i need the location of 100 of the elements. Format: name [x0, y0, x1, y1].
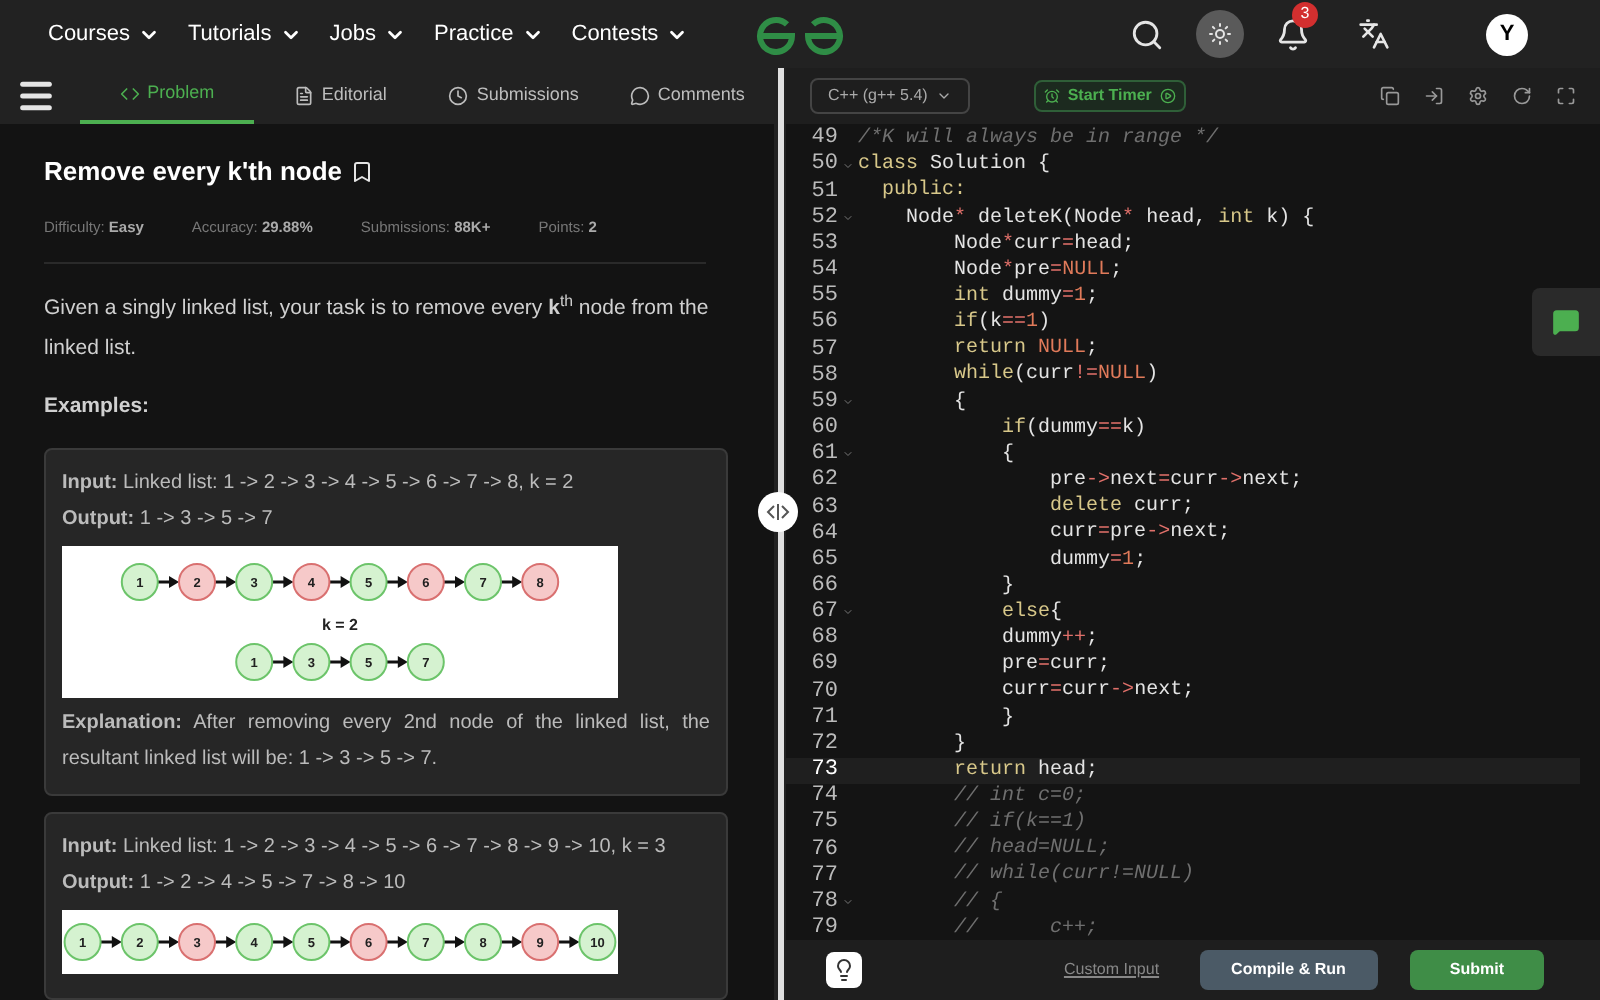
code-line: return head;	[952, 757, 1099, 785]
nav-menu[interactable]: Practice	[434, 17, 544, 51]
line-number: 64	[809, 519, 838, 549]
avatar[interactable]: Y	[1486, 13, 1528, 55]
code-line: }	[1000, 705, 1015, 734]
code-line: pre->next=curr->next;	[1048, 468, 1303, 495]
code-line: // while(curr!=NULL)	[952, 861, 1195, 891]
line-number: 72	[809, 729, 838, 759]
alarm-clock-icon	[1043, 88, 1060, 104]
document-icon	[293, 86, 314, 106]
code-line: while(curr!=NULL)	[952, 361, 1159, 391]
code-line: public:	[880, 177, 967, 207]
menu-icon[interactable]	[16, 76, 56, 116]
notification-icon[interactable]	[1276, 17, 1310, 51]
code-line: // head=NULL;	[952, 835, 1111, 863]
line-number: 70	[809, 677, 838, 707]
line-number: 77	[809, 861, 838, 891]
tab[interactable]: Comments	[600, 68, 774, 124]
problem-title: Remove every k'th node	[44, 154, 343, 190]
code-line: Node*curr=head;	[952, 231, 1135, 259]
tab[interactable]: Submissions	[427, 68, 601, 124]
line-number: 62	[809, 466, 838, 497]
line-number: 74	[809, 782, 838, 811]
nav-menu[interactable]: Courses	[48, 17, 160, 51]
nav-menu[interactable]: Jobs	[329, 17, 406, 51]
example-text: Output: 1 -> 3 -> 5 -> 7	[62, 505, 275, 533]
examples-heading: Examples:	[44, 391, 152, 422]
line-number: 55	[809, 282, 838, 311]
code-line: pre=curr;	[1000, 652, 1111, 681]
clock-icon	[448, 86, 469, 106]
speech-bubble-icon	[629, 86, 650, 106]
line-number: 60	[809, 414, 838, 443]
nav-menu[interactable]: Contests	[571, 17, 689, 51]
code-line: }	[952, 731, 967, 760]
line-number: 54	[809, 256, 838, 285]
example-text: Input: Linked list: 1 -> 2 -> 3 -> 4 -> 5 -> 6 -> 7 -> 8 -> 9 -> 10, k = 3	[62, 833, 668, 861]
line-number: 67	[809, 598, 838, 627]
import-icon[interactable]	[1424, 86, 1444, 106]
code-line: Node* deleteK(Node* head, int k) {	[904, 205, 1315, 233]
line-number: 59	[809, 387, 838, 417]
code-line: dummy=1;	[1048, 547, 1147, 576]
line-number: 52	[809, 203, 838, 233]
line-number: 75	[809, 808, 838, 839]
theme-toggle[interactable]	[1196, 10, 1244, 58]
line-number: 49	[809, 124, 838, 153]
code-line: if(k==1)	[952, 309, 1051, 338]
code-line: else{	[1000, 599, 1063, 627]
settings-icon[interactable]	[1468, 86, 1488, 106]
line-number: 68	[809, 624, 838, 653]
code-line: }	[1000, 573, 1015, 601]
code-line: // int c=0;	[952, 783, 1087, 811]
copy-icon[interactable]	[1380, 86, 1400, 106]
tab[interactable]: Editorial	[253, 68, 427, 124]
resize-arrows-icon	[766, 504, 790, 520]
hint-button[interactable]	[826, 952, 862, 988]
example-explanation: Explanation: After removing every 2nd node of the linked list, the resultant linked list will be: 1 -> 3 -> 5 -> 7.	[62, 709, 710, 773]
lightbulb-icon	[832, 958, 856, 982]
code-line: // if(k==1)	[952, 809, 1087, 837]
start-timer-button[interactable]: Start Timer	[1033, 80, 1186, 112]
notification-badge: 3	[1292, 1, 1318, 27]
code-line: // c++;	[952, 915, 1099, 940]
code-line: curr=pre->next;	[1048, 520, 1231, 549]
search-icon[interactable]	[1130, 17, 1164, 51]
submit-button[interactable]: Submit	[1409, 950, 1544, 990]
nav-menu[interactable]: Tutorials	[187, 17, 302, 51]
line-number: 56	[809, 308, 838, 339]
line-number: 53	[809, 229, 838, 259]
line-number: 50	[809, 150, 838, 181]
line-number: 57	[809, 335, 838, 365]
code-line: /*K will always be in range */	[858, 125, 1219, 153]
language-select[interactable]: C++ (g++ 5.4)	[810, 78, 970, 114]
code-line: int dummy=1;	[952, 283, 1099, 311]
line-number: 66	[809, 571, 838, 601]
fullscreen-icon[interactable]	[1556, 86, 1576, 106]
translate-icon[interactable]	[1358, 18, 1390, 50]
line-number: 73	[809, 756, 838, 785]
chat-button[interactable]	[1532, 288, 1600, 356]
logo-icon	[756, 16, 844, 56]
bookmark-icon[interactable]	[350, 159, 375, 184]
example-text: Input: Linked list: 1 -> 2 -> 3 -> 4 -> 5 -> 6 -> 7 -> 8, k = 2	[62, 469, 576, 497]
compile-run-button[interactable]: Compile & Run	[1199, 950, 1378, 990]
line-number: 69	[809, 650, 838, 681]
diagram-caption: k = 2	[322, 615, 358, 633]
code-line: // {	[952, 889, 1003, 917]
code-line: {	[952, 389, 967, 418]
code-line: delete curr;	[1048, 493, 1195, 522]
line-number: 78	[809, 887, 838, 917]
code-line: Node*pre=NULL;	[952, 257, 1123, 285]
reset-icon[interactable]	[1512, 86, 1532, 106]
line-number: 79	[809, 914, 838, 940]
code-line: {	[1000, 441, 1015, 470]
line-number: 65	[809, 545, 838, 575]
code-line: dummy++;	[1000, 625, 1099, 655]
sun-icon	[1208, 22, 1232, 46]
line-number: 61	[809, 440, 838, 469]
problem-description: Given a singly linked list, your task is to remove every k$^{th}$ node from the linked list.	[44, 289, 711, 364]
code-icon	[119, 84, 140, 104]
line-number: 63	[809, 493, 838, 523]
custom-input-link[interactable]: Custom Input	[1063, 958, 1160, 982]
line-number: 51	[809, 177, 838, 207]
